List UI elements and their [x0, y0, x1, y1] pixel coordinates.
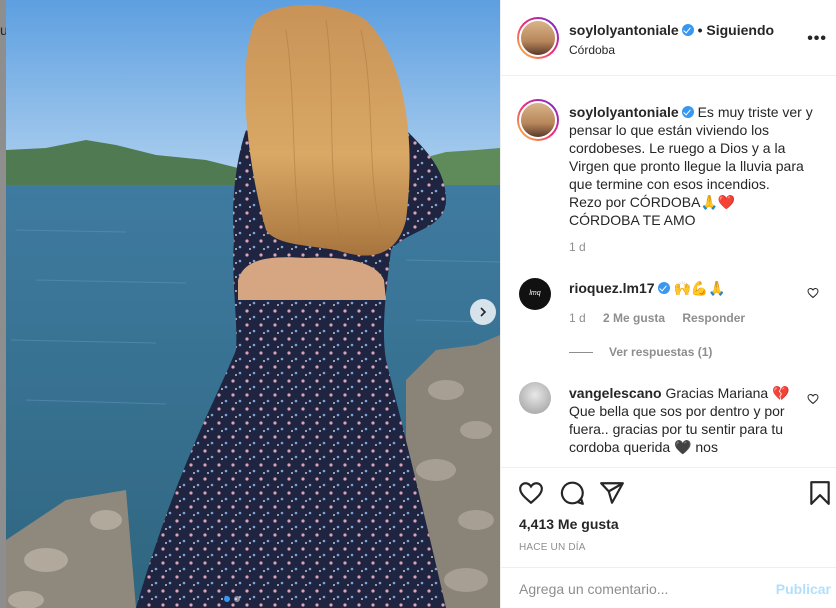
comment-like-heart-icon[interactable] [807, 393, 819, 405]
share-icon[interactable] [599, 480, 625, 506]
comment-icon[interactable] [559, 480, 585, 506]
more-icon[interactable]: ••• [807, 30, 827, 48]
comment-input[interactable] [519, 579, 759, 599]
post-header: soylolyantoniale • Siguiendo Córdoba ••• [501, 0, 836, 76]
comment-avatar[interactable]: lmq [519, 278, 551, 310]
carousel-dot [224, 596, 230, 602]
comment-likes[interactable]: 2 Me gusta [603, 311, 665, 325]
comment-text: 🙌💪🙏 [673, 280, 726, 296]
comment-avatar[interactable] [519, 382, 551, 414]
caption-time[interactable]: 1 d [569, 240, 586, 254]
post-age[interactable]: HACE UN DÍA [519, 542, 586, 553]
post-location[interactable]: Córdoba [569, 43, 615, 57]
add-comment-bar: Publicar [501, 567, 836, 608]
author-line: soylolyantoniale • Siguiendo [569, 22, 774, 38]
reply-button[interactable]: Responder [682, 311, 745, 325]
caption-avatar[interactable] [517, 99, 559, 141]
caption-line-2: Rezo por CÓRDOBA🙏❤️ [569, 194, 736, 210]
like-count[interactable]: 4,413 Me gusta [519, 516, 619, 532]
verified-icon [681, 24, 694, 36]
view-replies-button[interactable]: Ver respuestas (1) [569, 345, 712, 359]
verified-icon [657, 282, 670, 294]
post-side-panel: soylolyantoniale • Siguiendo Córdoba •••… [500, 0, 836, 608]
chevron-right-icon [480, 307, 487, 317]
comment-meta: 1 d 2 Me gusta Responder [569, 311, 745, 325]
carousel-dot [234, 596, 240, 602]
author-username[interactable]: soylolyantoniale [569, 22, 679, 38]
comment: vangelescano Gracias Mariana 💔 Que bella… [569, 384, 795, 456]
comment-time[interactable]: 1 d [569, 311, 586, 325]
publish-button[interactable]: Publicar [776, 581, 831, 597]
caption-line-3: CÓRDOBA TE AMO [569, 212, 696, 228]
comment-username[interactable]: vangelescano [569, 385, 662, 401]
post-photo[interactable] [6, 0, 500, 608]
comments-section[interactable]: soylolyantoniale Es muy triste ver y pen… [501, 77, 836, 467]
bookmark-icon[interactable] [807, 480, 833, 506]
post-actions: 4,413 Me gusta HACE UN DÍA [501, 467, 836, 567]
caption-username[interactable]: soylolyantoniale [569, 104, 679, 120]
comment-like-heart-icon[interactable] [807, 287, 819, 299]
comment-username[interactable]: rioquez.lm17 [569, 280, 655, 296]
carousel-dots [224, 596, 240, 602]
author-avatar[interactable] [517, 17, 559, 59]
comment: rioquez.lm17 🙌💪🙏 [569, 279, 795, 297]
heart-icon[interactable] [518, 480, 544, 506]
next-photo-button[interactable] [470, 299, 496, 325]
caption: soylolyantoniale Es muy triste ver y pen… [569, 103, 823, 229]
follow-status[interactable]: • Siguiendo [698, 22, 774, 38]
verified-icon [681, 106, 694, 118]
post-photo-image [6, 0, 500, 608]
